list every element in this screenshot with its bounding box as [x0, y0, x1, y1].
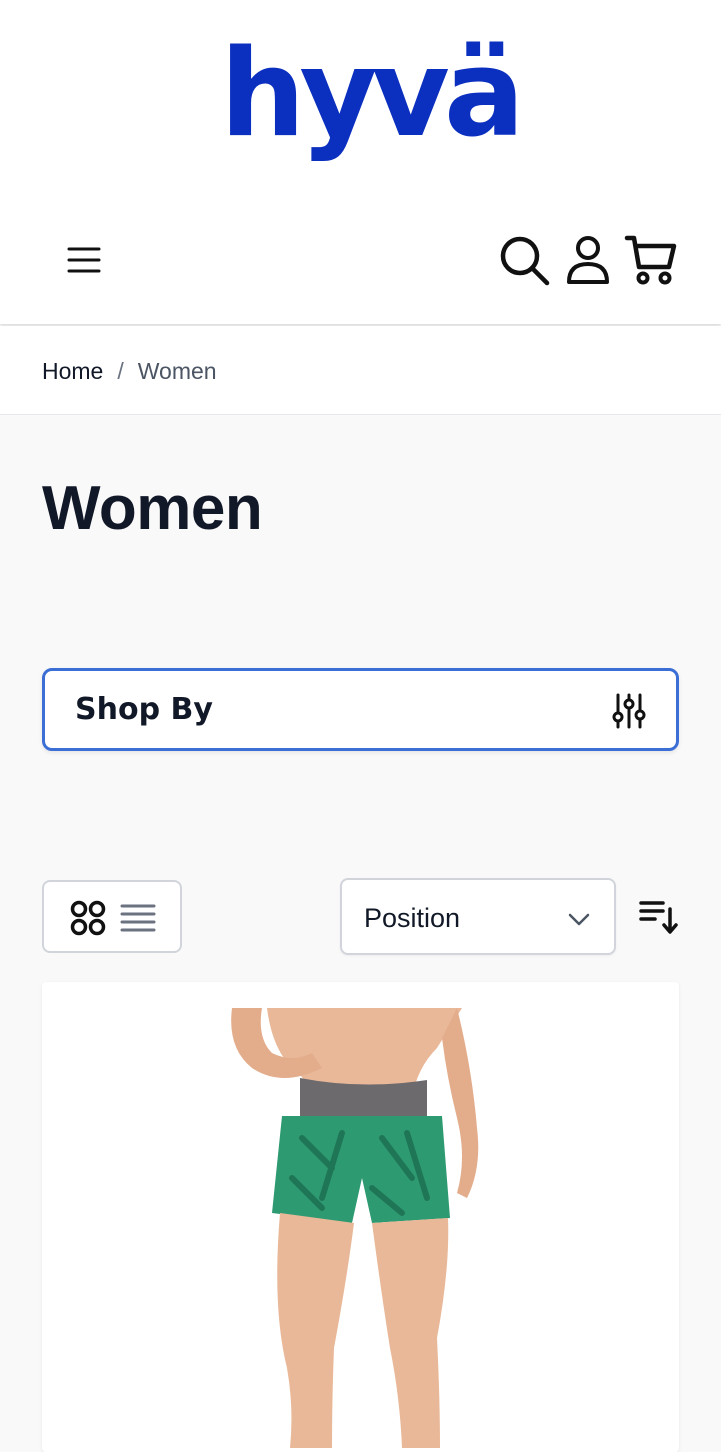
- sort-by-select[interactable]: Position: [340, 878, 616, 955]
- menu-button[interactable]: [66, 242, 102, 278]
- site-header: hyvä: [0, 0, 721, 324]
- sort-selected-value: Position: [364, 903, 461, 933]
- search-icon: [500, 236, 550, 286]
- shop-by-label: Shop By: [75, 692, 213, 727]
- list-view-icon[interactable]: [120, 901, 156, 935]
- grid-view-icon[interactable]: [70, 900, 106, 936]
- hamburger-menu-icon: [67, 247, 101, 273]
- view-mode-toggle: [42, 880, 182, 953]
- cart-button[interactable]: [624, 233, 678, 287]
- page-title: Women: [42, 474, 263, 543]
- sliders-filter-icon: [612, 693, 646, 729]
- breadcrumb: Home / Women: [42, 356, 217, 386]
- sort-direction-button[interactable]: [637, 895, 679, 937]
- breadcrumb-home-link[interactable]: Home: [42, 356, 103, 386]
- product-card[interactable]: [42, 982, 679, 1452]
- search-button[interactable]: [499, 235, 551, 287]
- shop-by-filter-button[interactable]: Shop By: [42, 668, 679, 751]
- site-logo[interactable]: hyvä: [220, 35, 525, 180]
- logo-text: hyvä: [220, 25, 525, 164]
- user-account-icon: [567, 236, 609, 284]
- chevron-down-icon: [568, 913, 590, 926]
- shopping-cart-icon: [624, 235, 677, 285]
- breadcrumb-bar: Home / Women: [0, 326, 721, 415]
- breadcrumb-separator: /: [117, 358, 124, 384]
- account-button[interactable]: [565, 234, 611, 286]
- sort-descending-icon: [639, 901, 678, 934]
- breadcrumb-current: Women: [137, 358, 217, 384]
- product-image[interactable]: [212, 1008, 512, 1448]
